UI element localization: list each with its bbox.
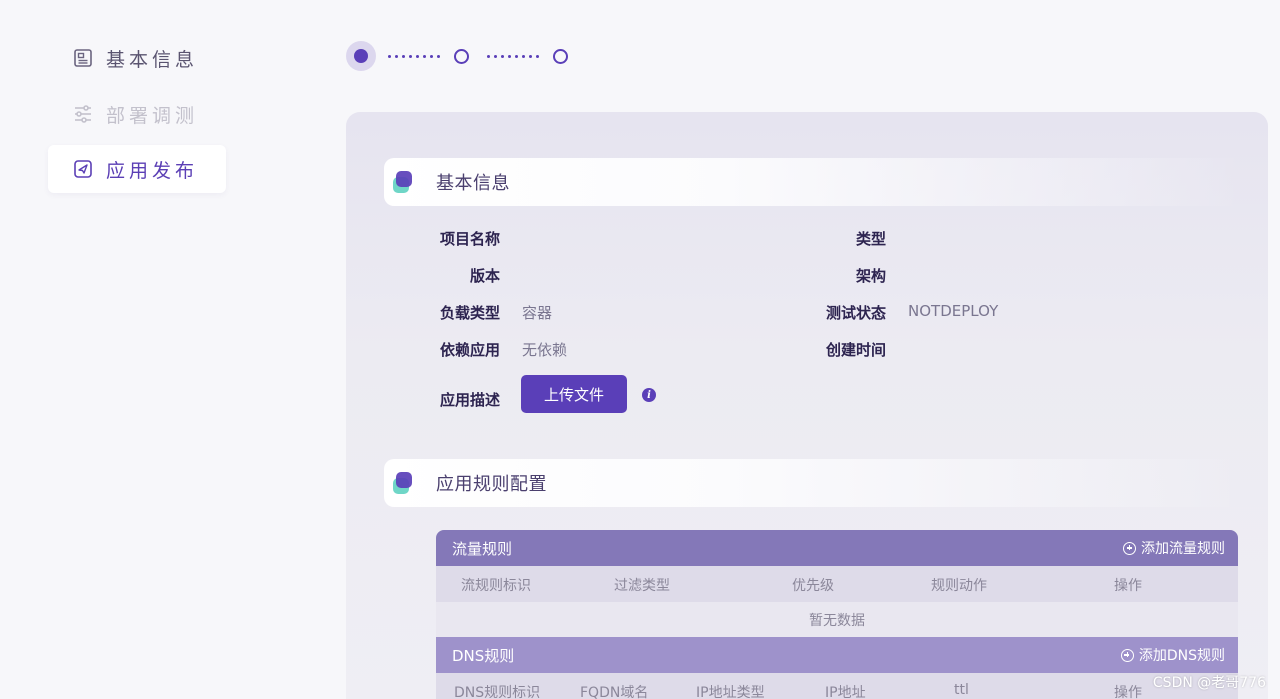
sidebar-item-label: 部署调测 — [106, 104, 199, 127]
load-type-value: 容器 — [522, 304, 553, 322]
arch-label: 架构 — [855, 267, 886, 285]
dependency-value: 无依赖 — [522, 341, 568, 359]
test-status-value: NOTDEPLOY — [908, 302, 999, 320]
section-header-rules-config: 应用规则配置 — [384, 459, 1244, 507]
add-traffic-rule-button[interactable]: 添加流量规则 — [1123, 538, 1225, 558]
sidebar-item-label: 基本信息 — [106, 48, 199, 71]
main-panel: 基本信息 项目名称 版本 负载类型 容器 依赖应用 无依赖 应用描述 类型 架构… — [346, 112, 1268, 699]
traffic-rules-title: 流量规则 — [452, 539, 513, 558]
description-label: 应用描述 — [439, 391, 500, 409]
column-header: 操作 — [1114, 685, 1142, 699]
step-3 — [553, 48, 568, 64]
test-status-label: 测试状态 — [825, 304, 886, 322]
section-logo-icon — [393, 171, 415, 193]
section-title: 应用规则配置 — [436, 474, 547, 495]
column-header: ttl — [954, 682, 969, 698]
stepper — [346, 41, 568, 71]
column-header: IP地址 — [825, 685, 866, 699]
column-header: 规则动作 — [931, 578, 987, 594]
version-label: 版本 — [469, 267, 500, 285]
profile-card-icon — [72, 47, 94, 69]
sidebar-item-label: 应用发布 — [106, 159, 199, 182]
step-connector — [388, 54, 440, 58]
column-header: FQDN域名 — [580, 685, 649, 699]
column-header: IP地址类型 — [696, 685, 765, 699]
traffic-rules-header: 流量规则 添加流量规则 — [436, 530, 1238, 566]
column-header: DNS规则标识 — [454, 685, 541, 699]
section-header-basic-info: 基本信息 — [384, 158, 1244, 206]
type-label: 类型 — [855, 230, 886, 248]
dns-rules-title: DNS规则 — [452, 646, 515, 665]
load-type-label: 负载类型 — [439, 304, 500, 322]
watermark: CSDN @老哥776 — [1152, 675, 1266, 691]
column-header: 优先级 — [792, 578, 834, 594]
created-time-label: 创建时间 — [825, 341, 886, 359]
section-title: 基本信息 — [436, 173, 510, 194]
column-header: 流规则标识 — [461, 578, 531, 594]
traffic-rules-empty: 暂无数据 — [436, 602, 1238, 637]
step-1-current — [346, 41, 376, 71]
sidebar-item-app-publish[interactable]: 应用发布 — [48, 145, 226, 193]
dns-rules-header: DNS规则 添加DNS规则 — [436, 637, 1238, 673]
plus-circle-icon — [1123, 541, 1136, 555]
section-logo-icon — [393, 472, 415, 494]
add-dns-rule-button[interactable]: 添加DNS规则 — [1120, 645, 1225, 665]
dependency-label: 依赖应用 — [439, 341, 500, 359]
plus-circle-icon — [1120, 648, 1134, 662]
column-header: 过滤类型 — [614, 578, 670, 594]
add-dns-rule-label: 添加DNS规则 — [1138, 648, 1225, 664]
sliders-icon — [72, 103, 94, 125]
project-name-label: 项目名称 — [439, 230, 500, 248]
dns-rules-columns: DNS规则标识 FQDN域名 IP地址类型 IP地址 ttl 操作 — [436, 673, 1238, 699]
step-2 — [454, 48, 469, 64]
column-header: 操作 — [1114, 578, 1142, 594]
upload-file-button[interactable]: 上传文件 — [521, 375, 627, 413]
step-connector — [487, 54, 539, 58]
sidebar-item-basic-info[interactable]: 基本信息 — [48, 34, 226, 82]
send-icon — [72, 158, 94, 180]
traffic-rules-columns: 流规则标识 过滤类型 优先级 规则动作 操作 — [436, 566, 1238, 602]
sidebar-item-deploy-debug[interactable]: 部署调测 — [48, 90, 226, 138]
info-icon[interactable]: i — [642, 388, 656, 402]
add-traffic-rule-label: 添加流量规则 — [1141, 541, 1225, 557]
